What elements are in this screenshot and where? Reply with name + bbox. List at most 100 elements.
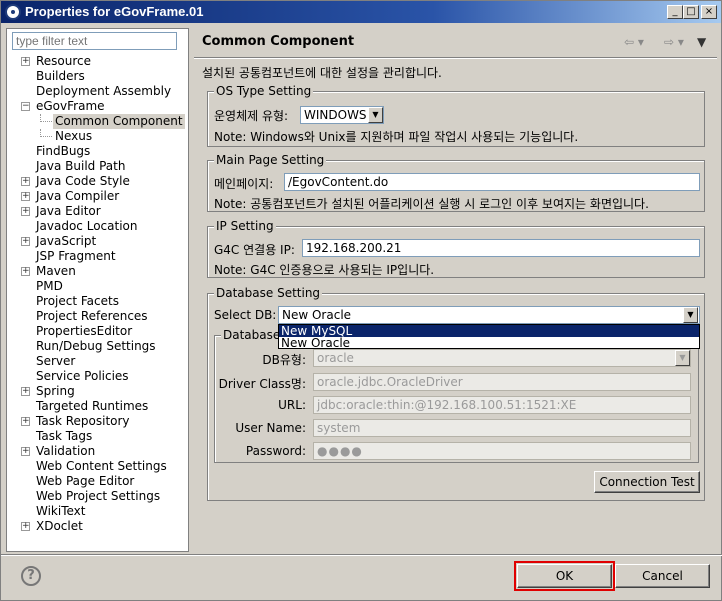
tree-item[interactable]: Task Tags: [7, 429, 188, 444]
tree-item-label: Project References: [36, 309, 148, 323]
tree-item-label: PropertiesEditor: [36, 324, 133, 338]
cancel-button[interactable]: Cancel: [615, 564, 710, 588]
expand-icon[interactable]: +: [21, 177, 30, 186]
tree-item[interactable]: Deployment Assembly: [7, 84, 188, 99]
page-description: 설치된 공통컴포넌트에 대한 설정을 관리합니다.: [202, 66, 442, 80]
tree-connector-line: [40, 114, 52, 122]
tree-item[interactable]: + Java Code Style: [7, 174, 188, 189]
tree-item[interactable]: Run/Debug Settings: [7, 339, 188, 354]
tree-item[interactable]: + Java Compiler: [7, 189, 188, 204]
help-icon[interactable]: ?: [21, 566, 41, 586]
connection-test-button[interactable]: Connection Test: [594, 471, 700, 493]
db-type-dropdown-icon[interactable]: ▼: [675, 350, 690, 366]
tree-item[interactable]: Java Build Path: [7, 159, 188, 174]
tree-item[interactable]: Project References: [7, 309, 188, 324]
tree-item[interactable]: − eGovFrame: [7, 99, 188, 114]
tree-item[interactable]: + Task Repository: [7, 414, 188, 429]
main-page-input[interactable]: /EgovContent.do: [284, 173, 700, 191]
eclipse-icon: [5, 4, 21, 20]
tree-item[interactable]: Project Facets: [7, 294, 188, 309]
expand-icon[interactable]: +: [21, 387, 30, 396]
tree-item-label: Java Compiler: [36, 189, 120, 203]
tree-item[interactable]: + Resource: [7, 54, 188, 69]
tree-item[interactable]: Web Page Editor: [7, 474, 188, 489]
password-input[interactable]: ●●●●: [313, 442, 691, 460]
tree-item[interactable]: Targeted Runtimes: [7, 399, 188, 414]
database-detail-group-title: Database: [221, 328, 283, 342]
select-db-dropdown-icon[interactable]: ▼: [683, 307, 698, 323]
user-name-input[interactable]: system: [313, 419, 691, 437]
expand-icon[interactable]: +: [21, 417, 30, 426]
tree-item[interactable]: PMD: [7, 279, 188, 294]
tree-item-label: Web Page Editor: [36, 474, 135, 488]
expand-icon[interactable]: +: [21, 57, 30, 66]
expand-icon[interactable]: +: [21, 192, 30, 201]
title-bar[interactable]: Properties for eGovFrame.01 _ □ ×: [1, 1, 721, 23]
maximize-button[interactable]: □: [683, 5, 699, 19]
url-input[interactable]: jdbc:oracle:thin:@192.168.100.51:1521:XE: [313, 396, 691, 414]
db-type-select[interactable]: oracle: [313, 349, 691, 367]
tree-item-label: Java Editor: [36, 204, 101, 218]
tree-item[interactable]: Builders: [7, 69, 188, 84]
tree-item-label: Web Project Settings: [36, 489, 161, 503]
tree-item-label: eGovFrame: [36, 99, 105, 113]
filter-input[interactable]: [12, 32, 177, 50]
window-title: Properties for eGovFrame.01: [25, 4, 204, 19]
select-db-combo[interactable]: New Oracle: [278, 306, 700, 324]
tree-item[interactable]: Nexus: [7, 129, 188, 144]
collapse-icon[interactable]: −: [21, 102, 30, 111]
tree-item[interactable]: WikiText: [7, 504, 188, 519]
tree-item[interactable]: Web Project Settings: [7, 489, 188, 504]
select-db-label: Select DB:: [214, 308, 277, 322]
os-type-dropdown-icon[interactable]: ▼: [368, 107, 383, 123]
minimize-button[interactable]: _: [667, 5, 683, 19]
tree-item[interactable]: PropertiesEditor: [7, 324, 188, 339]
tree-item[interactable]: Server: [7, 354, 188, 369]
tree-item-label: WikiText: [36, 504, 86, 518]
back-arrow-icon[interactable]: ⇦ ▾: [624, 35, 644, 49]
ip-note: Note: G4C 인증용으로 사용되는 IP입니다.: [214, 263, 435, 277]
tree-item-label: Resource: [36, 54, 92, 68]
tree-item-label: PMD: [36, 279, 63, 293]
tree-item[interactable]: + Java Editor: [7, 204, 188, 219]
tree-item[interactable]: + Spring: [7, 384, 188, 399]
tree-item-label: JSP Fragment: [36, 249, 116, 263]
tree-item-label: Project Facets: [36, 294, 119, 308]
tree-item[interactable]: + XDoclet: [7, 519, 188, 534]
expand-icon[interactable]: +: [21, 207, 30, 216]
tree-item[interactable]: + Validation: [7, 444, 188, 459]
tree-item[interactable]: + JavaScript: [7, 234, 188, 249]
tree-item-label: Java Code Style: [36, 174, 130, 188]
os-type-group-title: OS Type Setting: [214, 84, 314, 98]
select-db-dropdown-list[interactable]: New MySQL New Oracle: [278, 324, 700, 349]
tree-item[interactable]: FindBugs: [7, 144, 188, 159]
forward-arrow-icon[interactable]: ⇨ ▾: [664, 35, 684, 49]
tree-item[interactable]: Web Content Settings: [7, 459, 188, 474]
tree-item-label: JavaScript: [36, 234, 97, 248]
driver-class-input[interactable]: oracle.jdbc.OracleDriver: [313, 373, 691, 391]
tree-item[interactable]: Service Policies: [7, 369, 188, 384]
expand-icon[interactable]: +: [21, 267, 30, 276]
expand-icon[interactable]: +: [21, 522, 30, 531]
tree-item[interactable]: JSP Fragment: [7, 249, 188, 264]
tree-item[interactable]: Common Component: [7, 114, 188, 129]
expand-icon[interactable]: +: [21, 447, 30, 456]
header-separator: [194, 57, 717, 59]
os-type-note: Note: Windows와 Unix를 지원하며 파일 작업시 사용되는 기능…: [214, 130, 579, 144]
tree-item[interactable]: + Maven: [7, 264, 188, 279]
tree-item-label: Server: [36, 354, 76, 368]
tree-item-label: Deployment Assembly: [36, 84, 172, 98]
tree-item-label: Nexus: [55, 129, 93, 143]
tree-item-label: Task Tags: [36, 429, 93, 443]
ip-label: G4C 연결용 IP:: [214, 243, 295, 257]
dropdown-option-oracle[interactable]: New Oracle: [279, 337, 699, 349]
tree-item-label: FindBugs: [36, 144, 91, 158]
tree-item-label: Maven: [36, 264, 76, 278]
tree-item[interactable]: Javadoc Location: [7, 219, 188, 234]
main-page-group-title: Main Page Setting: [214, 153, 327, 167]
main-page-note: Note: 공통컴포넌트가 설치된 어플리케이션 실행 시 로그인 이후 보여지…: [214, 197, 649, 211]
close-button[interactable]: ×: [701, 5, 717, 19]
ip-input[interactable]: 192.168.200.21: [302, 239, 700, 257]
view-menu-icon[interactable]: ▼: [697, 35, 706, 49]
expand-icon[interactable]: +: [21, 237, 30, 246]
